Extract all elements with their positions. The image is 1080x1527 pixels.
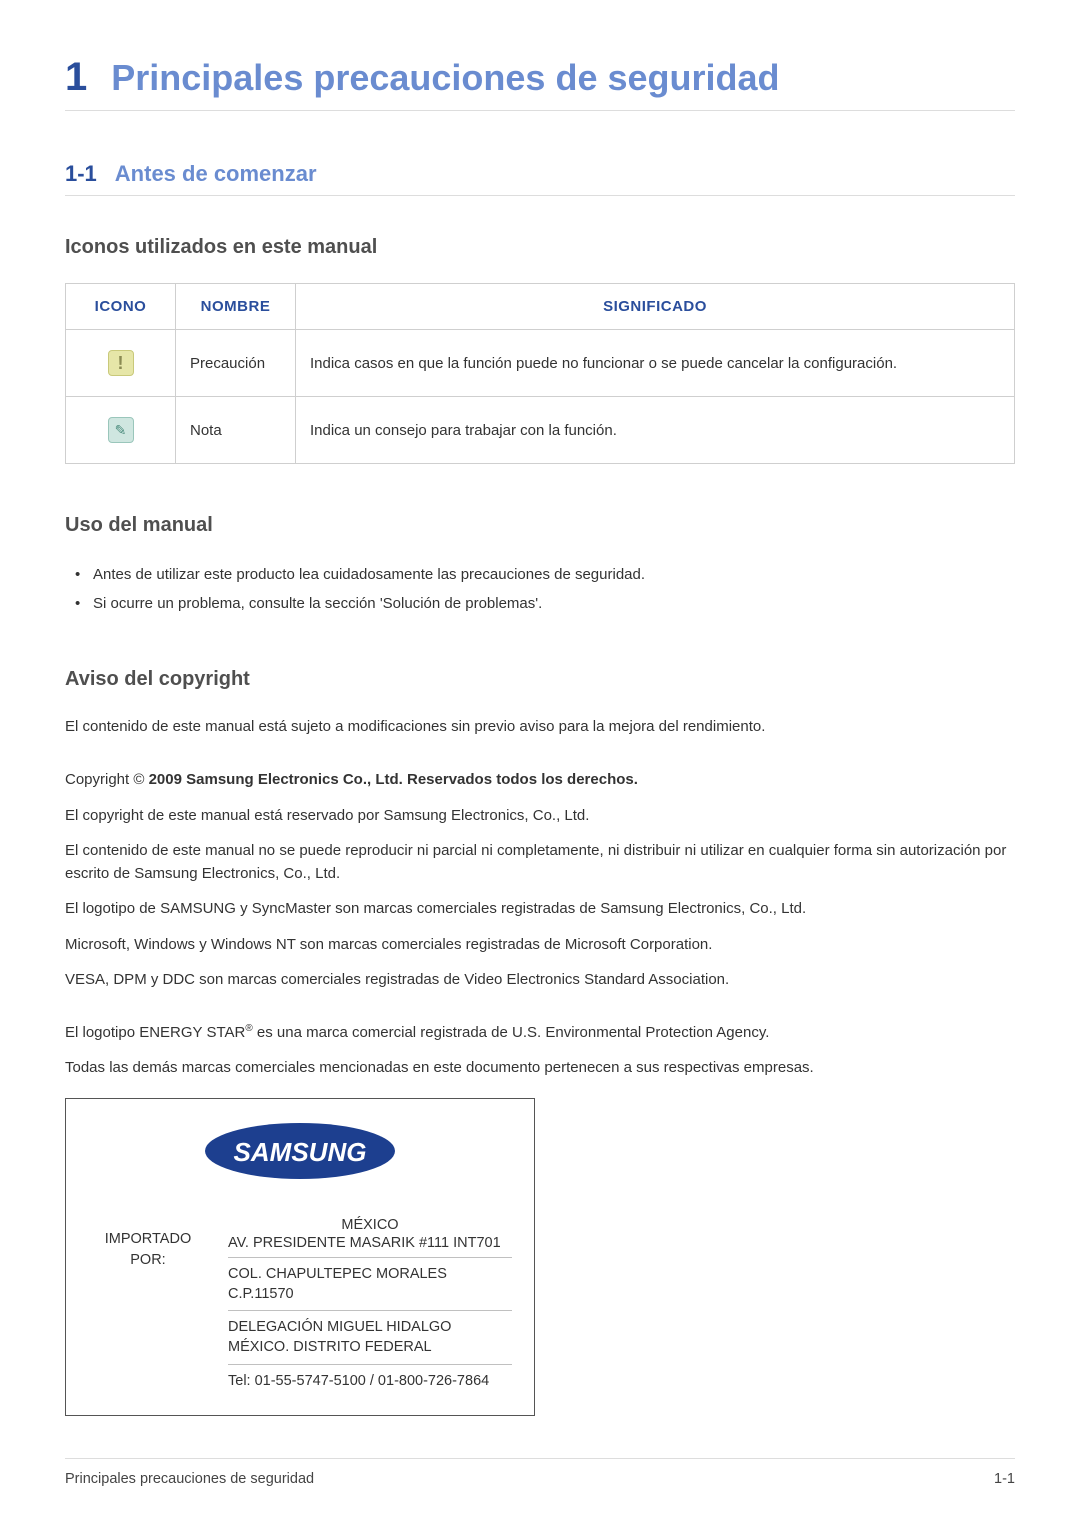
energy-post: es una marca comercial registrada de U.S… (253, 1024, 770, 1041)
subsection-copyright-title: Aviso del copyright (65, 668, 1015, 691)
samsung-logo-text: SAMSUNG (234, 1137, 367, 1167)
th-meaning: SIGNIFICADO (296, 284, 1015, 330)
footer-right: 1-1 (994, 1471, 1015, 1487)
usage-bullet-list: Antes de utilizar este producto lea cuid… (65, 561, 1015, 618)
energy-pre: El logotipo ENERGY STAR (65, 1024, 245, 1041)
icons-table: ICONO NOMBRE SIGNIFICADO ! Precaución In… (65, 283, 1015, 464)
registered-symbol: ® (245, 1023, 252, 1034)
cell-name: Nota (176, 397, 296, 464)
copyright-p5: VESA, DPM y DDC son marcas comerciales r… (65, 968, 1015, 991)
copyright-p3: El logotipo de SAMSUNG y SyncMaster son … (65, 897, 1015, 920)
footer-left: Principales precauciones de seguridad (65, 1471, 314, 1487)
address-line: AV. PRESIDENTE MASARIK #111 INT701 (228, 1235, 512, 1258)
table-header-row: ICONO NOMBRE SIGNIFICADO (66, 284, 1015, 330)
copyright-p1: El copyright de este manual está reserva… (65, 804, 1015, 827)
chapter-number: 1 (65, 55, 87, 100)
imported-by-box: SAMSUNG IMPORTADO POR: MÉXICO AV. PRESID… (65, 1098, 535, 1416)
note-icon: ✎ (108, 417, 134, 443)
chapter-title: 1 Principales precauciones de seguridad (65, 55, 1015, 111)
table-row: ✎ Nota Indica un consejo para trabajar c… (66, 397, 1015, 464)
address-tel: Tel: 01-55-5747-5100 / 01-800-726-7864 (228, 1365, 512, 1397)
cell-name: Precaución (176, 330, 296, 397)
address-country: MÉXICO (228, 1211, 512, 1235)
imported-label-line1: IMPORTADO (88, 1229, 208, 1251)
imported-label-line2: POR: (88, 1250, 208, 1272)
cell-meaning: Indica casos en que la función puede no … (296, 330, 1015, 397)
copyright-line: Copyright © 2009 Samsung Electronics Co.… (65, 768, 1015, 791)
th-name: NOMBRE (176, 284, 296, 330)
imported-address: MÉXICO AV. PRESIDENTE MASARIK #111 INT70… (228, 1211, 512, 1397)
cell-meaning: Indica un consejo para trabajar con la f… (296, 397, 1015, 464)
imported-label: IMPORTADO POR: (88, 1211, 208, 1397)
cell-icon: ✎ (66, 397, 176, 464)
list-item: Si ocurre un problema, consulte la secci… (65, 590, 1015, 619)
th-icon: ICONO (66, 284, 176, 330)
cell-icon: ! (66, 330, 176, 397)
section-title: 1-1 Antes de comenzar (65, 161, 1015, 196)
copyright-p7: Todas las demás marcas comerciales menci… (65, 1056, 1015, 1079)
copyright-intro: El contenido de este manual está sujeto … (65, 715, 1015, 738)
subsection-usage-title: Uso del manual (65, 514, 1015, 537)
address-line: COL. CHAPULTEPEC MORALES C.P.11570 (228, 1258, 512, 1312)
subsection-icons-title: Iconos utilizados en este manual (65, 236, 1015, 259)
chapter-heading: Principales precauciones de seguridad (111, 57, 779, 99)
table-row: ! Precaución Indica casos en que la func… (66, 330, 1015, 397)
copyright-p2: El contenido de este manual no se puede … (65, 839, 1015, 886)
copyright-p4: Microsoft, Windows y Windows NT son marc… (65, 933, 1015, 956)
section-number: 1-1 (65, 161, 97, 187)
list-item: Antes de utilizar este producto lea cuid… (65, 561, 1015, 590)
caution-icon: ! (108, 350, 134, 376)
copyright-prefix: Copyright © (65, 771, 149, 788)
copyright-strong: 2009 Samsung Electronics Co., Ltd. Reser… (149, 771, 638, 788)
page-footer: Principales precauciones de seguridad 1-… (65, 1458, 1015, 1487)
section-heading: Antes de comenzar (115, 161, 317, 187)
samsung-logo: SAMSUNG (200, 1121, 400, 1181)
address-line: DELEGACIÓN MIGUEL HIDALGO MÉXICO. DISTRI… (228, 1311, 512, 1365)
imported-row: IMPORTADO POR: MÉXICO AV. PRESIDENTE MAS… (88, 1211, 512, 1397)
copyright-energy: El logotipo ENERGY STAR® es una marca co… (65, 1021, 1015, 1044)
